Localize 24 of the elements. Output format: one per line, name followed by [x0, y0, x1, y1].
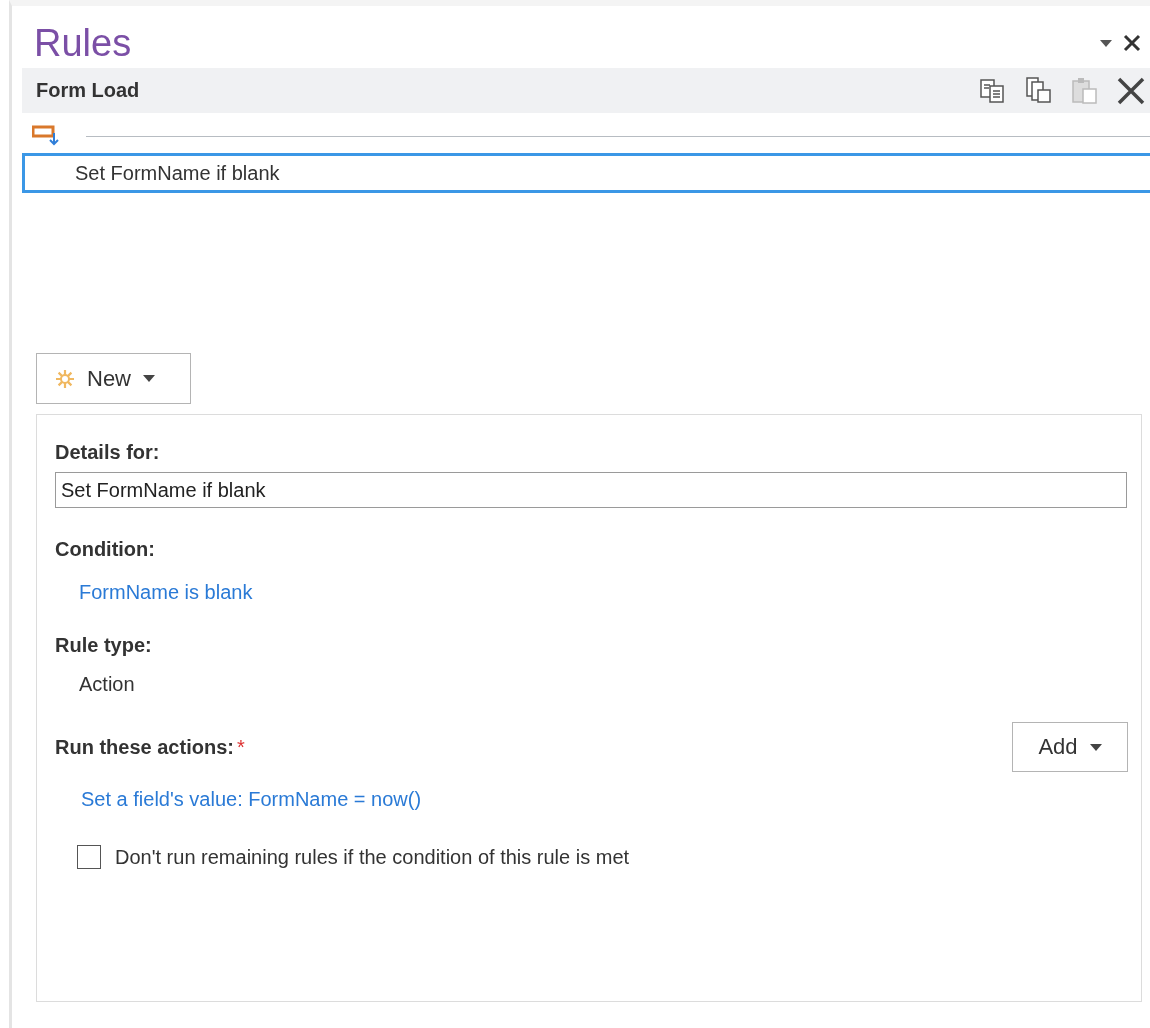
condition-label: Condition: — [55, 538, 156, 561]
caret-icon — [143, 375, 155, 382]
action-link[interactable]: Set a field's value: FormName = now() — [81, 788, 422, 810]
rule-type-label: Rule type: — [55, 634, 153, 657]
rule-name-field[interactable]: Set FormName if blank — [55, 472, 1127, 508]
details-label: Details for: — [55, 441, 161, 464]
rule-type-value: Action — [79, 673, 135, 695]
caret-button[interactable] — [1100, 39, 1112, 47]
add-button[interactable]: Add — [1012, 722, 1128, 772]
header-title: Form Load — [36, 79, 141, 102]
caret-icon — [1089, 743, 1102, 751]
new-button[interactable]: New — [36, 353, 191, 404]
checkbox-label: Don't run remaining rules if the condition of this rule is met — [115, 845, 630, 869]
close-button[interactable] — [1122, 33, 1142, 53]
duplicate-button[interactable] — [1024, 75, 1054, 106]
caret-icon — [1100, 39, 1112, 47]
rule-icon — [32, 125, 60, 147]
delete-button[interactable] — [1116, 75, 1146, 106]
condition-link[interactable]: FormName is blank — [79, 581, 253, 603]
checkbox[interactable] — [77, 845, 101, 869]
sun-icon — [55, 368, 75, 389]
pane-title: Rules — [34, 24, 133, 62]
rule-item[interactable]: Set FormName if blank — [22, 153, 1150, 193]
actions-label: Run these actions:* — [55, 735, 245, 759]
